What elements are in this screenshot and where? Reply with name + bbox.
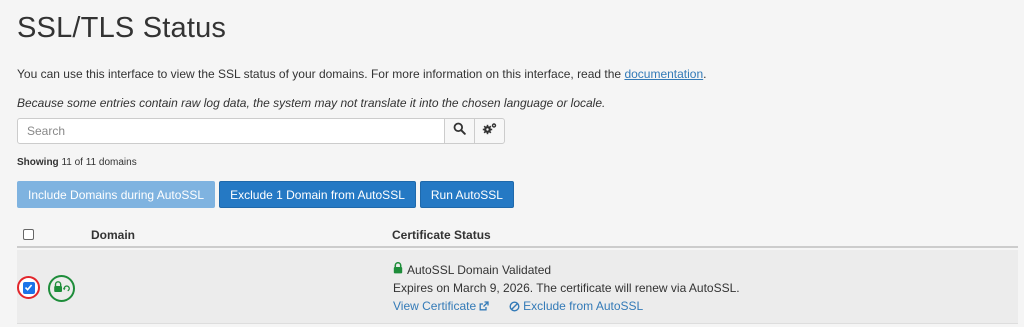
include-domains-button[interactable]: Include Domains during AutoSSL (17, 181, 216, 208)
showing-text: 11 of 11 domains (61, 157, 137, 168)
page-title: SSL/TLS Status (17, 12, 227, 44)
settings-button[interactable] (474, 118, 505, 144)
column-header-certificate-status[interactable]: Certificate Status (392, 228, 491, 242)
lock-refresh-icon (53, 280, 70, 298)
external-link-icon (479, 301, 489, 311)
lock-icon (393, 262, 407, 277)
row-checkbox[interactable] (22, 281, 35, 294)
row-checkbox-highlight (17, 276, 40, 299)
row-links: View Certificate Exclude from AutoSSL (393, 299, 643, 313)
search-button[interactable] (444, 118, 475, 144)
autossl-status-indicator (48, 275, 75, 302)
search-input[interactable] (17, 118, 445, 144)
exclude-domain-button[interactable]: Exclude 1 Domain from AutoSSL (219, 181, 416, 208)
documentation-link[interactable]: documentation (624, 67, 703, 81)
showing-count: Showing 11 of 11 domains (17, 157, 137, 168)
intro-text-body: You can use this interface to view the S… (17, 67, 625, 81)
intro-text-end: . (703, 67, 707, 81)
table-row: AutoSSL Domain Validated Expires on Marc… (17, 250, 1018, 324)
certificate-validated-line: AutoSSL Domain Validated (393, 261, 740, 278)
exclude-from-autossl-label: Exclude from AutoSSL (523, 299, 644, 313)
intro-text: You can use this interface to view the S… (17, 67, 707, 81)
view-certificate-link[interactable]: View Certificate (393, 299, 489, 313)
select-all-checkbox[interactable] (23, 229, 34, 240)
view-certificate-label: View Certificate (393, 299, 477, 313)
ban-icon (509, 300, 520, 312)
exclude-from-autossl-link[interactable]: Exclude from AutoSSL (509, 299, 643, 313)
certificate-status: AutoSSL Domain Validated Expires on Marc… (393, 261, 740, 297)
action-bar: Include Domains during AutoSSL Exclude 1… (17, 181, 514, 208)
column-header-domain[interactable]: Domain (91, 228, 135, 242)
translation-note: Because some entries contain raw log dat… (17, 96, 606, 110)
table-header: Domain Certificate Status (17, 220, 1018, 248)
gears-icon (482, 122, 498, 140)
certificate-status-title: AutoSSL Domain Validated (407, 262, 552, 277)
showing-label: Showing (17, 157, 59, 168)
search-group (17, 118, 505, 144)
certificate-expiry: Expires on March 9, 2026. The certificat… (393, 280, 740, 295)
run-autossl-button[interactable]: Run AutoSSL (419, 181, 514, 208)
search-icon (453, 122, 466, 140)
